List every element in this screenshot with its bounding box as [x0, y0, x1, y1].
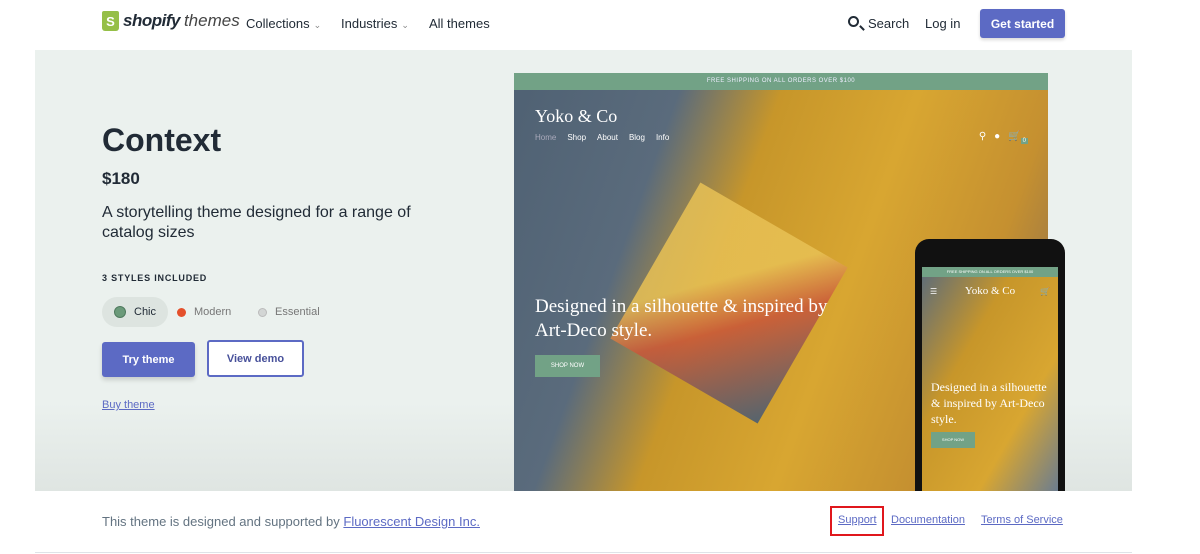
highlight-box	[830, 506, 884, 536]
theme-description: A storytelling theme designed for a rang…	[102, 204, 411, 241]
theme-price: $180	[102, 169, 140, 188]
buy-theme-link[interactable]: Buy theme	[102, 399, 155, 411]
logo-text: shopify	[123, 11, 180, 30]
shop-now-button: SHOP NOW	[535, 355, 600, 377]
nav-collections[interactable]: Collections ⌄	[246, 16, 321, 31]
store-brand: Yoko & Co	[964, 285, 1016, 297]
search-icon[interactable]	[848, 16, 859, 27]
credit-text: This theme is designed and supported by	[102, 514, 344, 529]
menu-item: Info	[655, 133, 670, 142]
chevron-down-icon: ⌄	[313, 20, 322, 30]
terms-link[interactable]: Terms of Service	[981, 514, 1063, 526]
documentation-link[interactable]: Documentation	[891, 514, 965, 526]
get-started-button[interactable]: Get started	[980, 9, 1065, 38]
menu-item: Home	[535, 133, 557, 142]
swatch-icon	[258, 307, 267, 317]
nav-industries[interactable]: Industries ⌄	[341, 16, 409, 31]
style-label: Modern	[194, 306, 232, 318]
logo-subtext: themes	[183, 11, 240, 30]
try-theme-button[interactable]: Try theme	[102, 342, 195, 377]
style-essential[interactable]: Essential	[246, 297, 332, 327]
nav-label: Industries	[341, 16, 398, 31]
style-label: Essential	[275, 306, 320, 318]
shopify-themes-logo[interactable]: S shopify themes	[102, 11, 240, 31]
chevron-down-icon: ⌄	[401, 20, 409, 30]
store-icons: ⚲ ● 🛒 0	[979, 131, 1028, 144]
shop-now-button: SHOP NOW	[931, 432, 975, 448]
store-menu: Home Shop About Blog Info	[535, 133, 669, 142]
store-headline: Designed in a silhouette & inspired by A…	[535, 296, 828, 341]
account-icon: ●	[994, 131, 1001, 142]
mobile-preview: FREE SHIPPING ON ALL ORDERS OVER $100 ☰ …	[915, 239, 1065, 491]
mobile-screen: FREE SHIPPING ON ALL ORDERS OVER $100 ☰ …	[922, 267, 1058, 491]
cart-icon: 🛒 0	[1008, 131, 1028, 144]
top-nav: S shopify themes Collections ⌄ Industries ⌄…	[0, 0, 1200, 50]
swatch-icon	[114, 306, 126, 318]
shopify-bag-icon: S	[102, 11, 119, 31]
theme-title: Context	[102, 122, 222, 158]
designer-credit: This theme is designed and supported by …	[102, 514, 480, 529]
login-link[interactable]: Log in	[925, 16, 960, 31]
view-demo-button[interactable]: View demo	[207, 340, 304, 377]
shipping-banner: FREE SHIPPING ON ALL ORDERS OVER $100	[514, 73, 1048, 90]
style-modern[interactable]: Modern	[165, 297, 243, 327]
menu-item: Shop	[567, 133, 587, 142]
style-chic[interactable]: Chic	[102, 297, 169, 327]
styles-label: 3 STYLES INCLUDED	[102, 273, 208, 283]
nav-label: Collections	[246, 16, 310, 31]
store-headline: Designed in a silhouette & inspired by A…	[931, 380, 1047, 426]
search-icon: ⚲	[978, 131, 987, 142]
search-link[interactable]: Search	[868, 16, 909, 31]
shipping-banner: FREE SHIPPING ON ALL ORDERS OVER $100	[922, 267, 1058, 277]
designer-link[interactable]: Fluorescent Design Inc.	[343, 514, 480, 529]
swatch-icon	[177, 307, 186, 317]
nav-all-themes[interactable]: All themes	[429, 16, 490, 31]
store-brand: Yoko & Co	[535, 106, 618, 126]
menu-item: Blog	[628, 133, 645, 142]
style-label: Chic	[134, 306, 157, 318]
cart-icon: 🛒	[1040, 287, 1050, 296]
divider	[35, 552, 1132, 553]
menu-item: About	[597, 133, 618, 142]
cart-count: 0	[1020, 138, 1028, 144]
